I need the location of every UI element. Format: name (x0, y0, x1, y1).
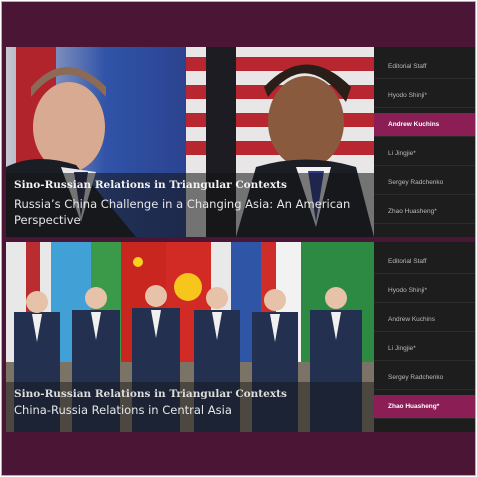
featured-photo-group-of-leaders[interactable]: Sino-Russian Relations in Triangular Con… (6, 242, 374, 432)
featured-photo-leaders-meeting[interactable]: Sino-Russian Relations in Triangular Con… (6, 47, 374, 237)
caption-title: Russia’s China Challenge in a Changing A… (14, 197, 351, 227)
slideshow-panel-bottom: Sino-Russian Relations in Triangular Con… (6, 242, 475, 432)
caption-kicker: Sino-Russian Relations in Triangular Con… (14, 179, 287, 191)
menu-item-sergey-radchenko[interactable]: Sergey Radchenko (374, 171, 475, 195)
menu-item-hyodo-shinji[interactable]: Hyodo Shinji* (374, 279, 475, 303)
menu-item-andrew-kuchins[interactable]: Andrew Kuchins (374, 308, 475, 332)
slide-menu: Editorial Staff Hyodo Shinji* Andrew Kuc… (374, 242, 475, 432)
slide-menu: Editorial Staff Hyodo Shinji* Andrew Kuc… (374, 47, 475, 237)
menu-item-sergey-radchenko[interactable]: Sergey Radchenko (374, 366, 475, 390)
slideshow-panel-top: Sino-Russian Relations in Triangular Con… (6, 47, 475, 237)
menu-item-editorial-staff[interactable]: Editorial Staff (374, 250, 475, 274)
slide-caption[interactable]: Sino-Russian Relations in Triangular Con… (6, 173, 374, 237)
menu-item-hyodo-shinji[interactable]: Hyodo Shinji* (374, 84, 475, 108)
menu-item-li-jingjie[interactable]: Li Jingjie* (374, 142, 475, 166)
slide-caption[interactable]: Sino-Russian Relations in Triangular Con… (6, 382, 374, 432)
menu-item-li-jingjie[interactable]: Li Jingjie* (374, 337, 475, 361)
menu-item-zhao-huasheng[interactable]: Zhao Huasheng* (374, 200, 475, 224)
caption-kicker: Sino-Russian Relations in Triangular Con… (14, 388, 287, 400)
caption-title: China-Russia Relations in Central Asia (14, 403, 232, 417)
menu-item-editorial-staff[interactable]: Editorial Staff (374, 55, 475, 79)
menu-item-andrew-kuchins[interactable]: Andrew Kuchins (374, 113, 475, 137)
menu-item-zhao-huasheng[interactable]: Zhao Huasheng* (374, 395, 475, 419)
